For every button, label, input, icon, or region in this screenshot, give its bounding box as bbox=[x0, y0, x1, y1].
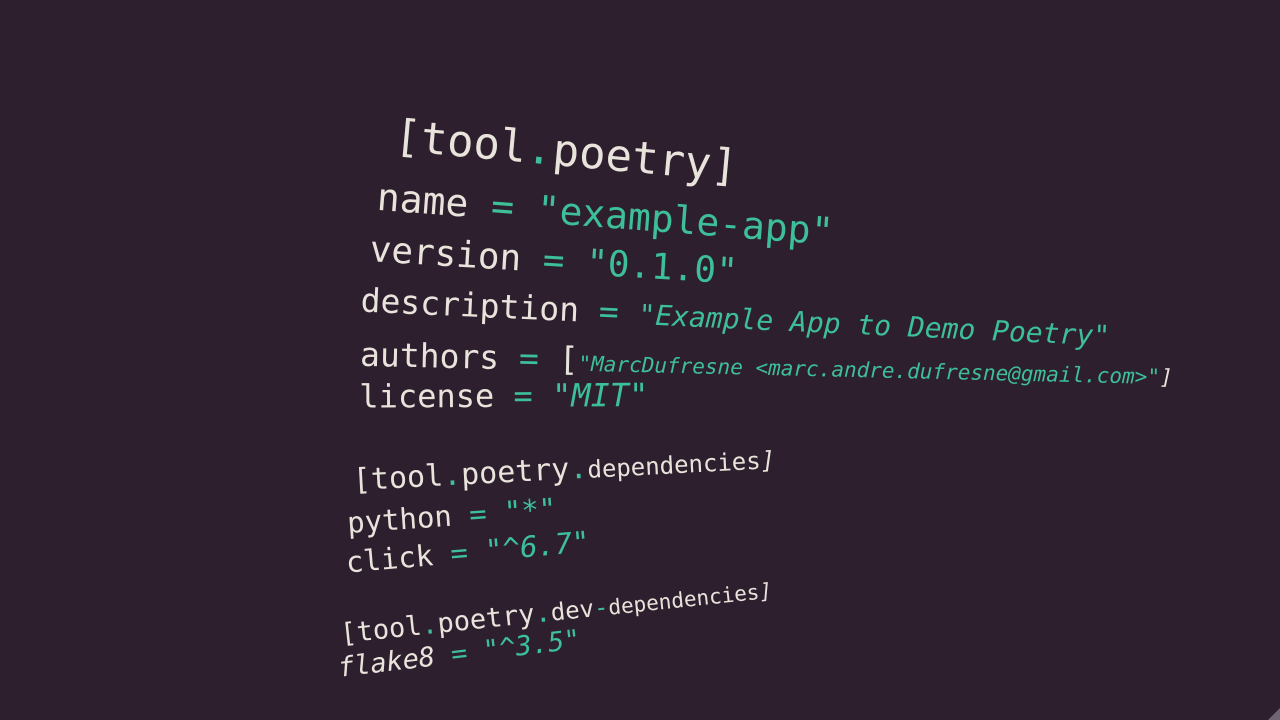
click-value: "^6.7" bbox=[483, 524, 592, 568]
equals-sign: = bbox=[449, 637, 470, 671]
header-dependencies: dependencies bbox=[607, 580, 761, 620]
equals-sign: = bbox=[448, 535, 470, 571]
equals-sign: = bbox=[513, 376, 533, 415]
code-editor-view: [tool.poetry] name = "example-app" versi… bbox=[0, 0, 1280, 720]
license-value: "MIT" bbox=[551, 376, 649, 415]
click-key: click bbox=[344, 538, 435, 580]
flake8-value: "^3.5" bbox=[481, 624, 583, 667]
authors-value: "MarcDufresne <marc.andre.dufresne@gmail… bbox=[578, 351, 1161, 389]
authors-close-bracket: ] bbox=[1159, 364, 1173, 390]
header-close-bracket: ] bbox=[758, 578, 774, 604]
license-key: license bbox=[359, 376, 495, 416]
header-dot: . bbox=[568, 450, 589, 487]
page-corner-fold bbox=[1268, 708, 1280, 720]
header-dependencies: dependencies bbox=[586, 446, 762, 484]
header-close-bracket: ] bbox=[759, 446, 776, 475]
flake8-key: flake8 bbox=[336, 641, 437, 684]
